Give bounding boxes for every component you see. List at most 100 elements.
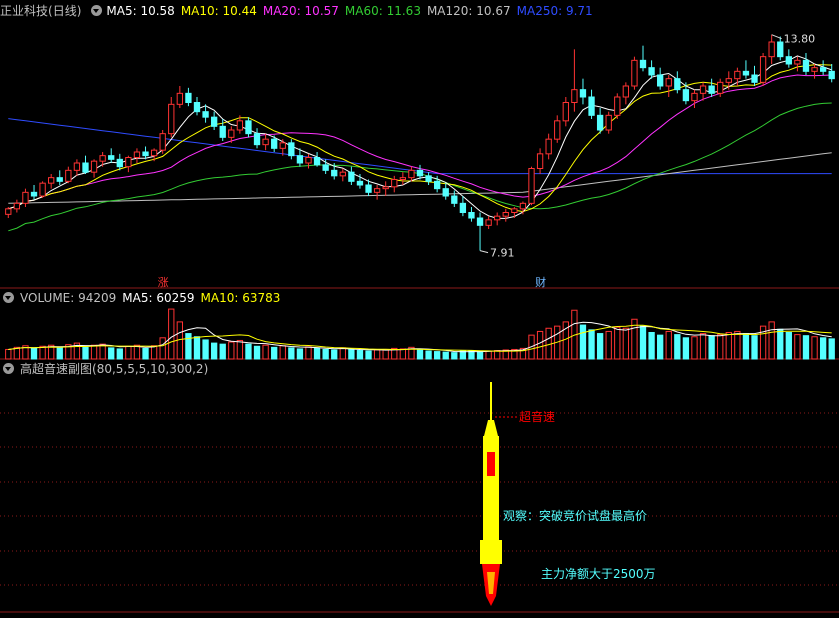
volume-bar bbox=[734, 330, 741, 360]
candle-body bbox=[228, 129, 235, 138]
volume-bar bbox=[639, 325, 647, 360]
volume-bar bbox=[382, 348, 389, 360]
volume-legend-item-1: MA5: 60259 bbox=[122, 291, 195, 305]
candle-body bbox=[631, 59, 638, 87]
ma-legend-item-0: MA5: 10.58 bbox=[106, 4, 175, 18]
candle-body bbox=[751, 74, 758, 83]
candle-body bbox=[5, 208, 12, 215]
candle-body bbox=[22, 191, 29, 204]
ma-legend-item-2: MA20: 10.57 bbox=[262, 4, 339, 18]
candle-body bbox=[777, 41, 784, 58]
observe-label: 观察：突破竞价试盘最高价 bbox=[503, 508, 647, 523]
candle-body bbox=[639, 59, 647, 69]
candle-body bbox=[236, 120, 244, 131]
candle-body bbox=[588, 96, 595, 116]
candle-body bbox=[408, 169, 415, 179]
volume-bar bbox=[116, 348, 123, 360]
candle-body bbox=[451, 195, 458, 204]
volume-bar bbox=[811, 336, 818, 360]
candle-body bbox=[150, 149, 158, 157]
volume-bar bbox=[433, 351, 441, 360]
indicator-params: (80,5,5,5,10,300,2) bbox=[92, 362, 209, 376]
candle-body bbox=[271, 138, 278, 149]
volume-ma5-line bbox=[8, 321, 832, 353]
candle-body bbox=[356, 180, 364, 186]
volume-bar bbox=[125, 345, 132, 360]
volume-bar bbox=[828, 338, 835, 360]
volume-bar bbox=[108, 347, 115, 360]
candle-body bbox=[56, 177, 63, 182]
volume-bar bbox=[210, 342, 218, 360]
volume-bar bbox=[348, 348, 355, 360]
candle-body bbox=[528, 168, 535, 204]
candle-body bbox=[579, 89, 587, 98]
volume-bar bbox=[751, 335, 758, 360]
candle-body bbox=[73, 162, 81, 171]
volume-ma10-line bbox=[8, 324, 832, 352]
candle-body bbox=[828, 70, 835, 80]
volume-bar bbox=[536, 330, 544, 360]
candle-body bbox=[699, 85, 707, 94]
candle-body bbox=[571, 89, 578, 103]
volume-bar bbox=[99, 343, 106, 360]
volume-bar bbox=[648, 332, 655, 360]
candle-body bbox=[433, 180, 441, 190]
candle-body bbox=[296, 155, 304, 164]
candle-body bbox=[48, 177, 55, 184]
candle-body bbox=[742, 70, 750, 76]
candle-body bbox=[365, 184, 372, 193]
rocket-body bbox=[483, 436, 499, 540]
volume-bar bbox=[185, 333, 192, 360]
volume-bar bbox=[494, 350, 501, 360]
candle-body bbox=[545, 138, 552, 155]
collapse-icon[interactable] bbox=[3, 363, 14, 374]
candle-body bbox=[476, 217, 484, 226]
volume-bar bbox=[717, 334, 724, 360]
indicator-panel-header: 高超音速副图(80,5,5,5,10,300,2) bbox=[0, 360, 214, 378]
zhang-marker: 涨 bbox=[158, 276, 169, 289]
candle-body bbox=[391, 179, 398, 188]
volume-legend-item-2: MA10: 63783 bbox=[200, 291, 281, 305]
candle-body bbox=[648, 67, 655, 76]
candle-body bbox=[133, 151, 141, 158]
volume-bar bbox=[682, 337, 690, 360]
high-price-label: 13.80 bbox=[784, 33, 816, 46]
volume-bar bbox=[262, 344, 269, 360]
rocket-nose bbox=[484, 420, 498, 436]
candle-body bbox=[13, 202, 21, 210]
candle-body bbox=[459, 202, 467, 213]
volume-bar bbox=[605, 330, 612, 360]
supersonic-label: 超音速 bbox=[519, 409, 555, 424]
candle-body bbox=[322, 164, 329, 171]
volume-bar bbox=[451, 352, 458, 360]
chart-canvas: 13.80 7.91 涨 财超音速观察：突破竞价试盘最高价主力净额大于2500万 bbox=[0, 33, 839, 613]
volume-bar bbox=[425, 350, 432, 360]
collapse-icon[interactable] bbox=[3, 292, 14, 303]
volume-bar bbox=[674, 334, 681, 360]
volume-legend: VOLUME: 94209 MA5: 60259 MA10: 63783 bbox=[20, 291, 286, 305]
volume-bar bbox=[245, 343, 252, 360]
volume-bar bbox=[296, 348, 304, 360]
candle-body bbox=[674, 78, 681, 91]
volume-bar bbox=[365, 350, 372, 360]
cai-marker: 财 bbox=[535, 275, 546, 289]
volume-bar bbox=[193, 336, 201, 360]
mainforce-label: 主力净额大于2500万 bbox=[541, 567, 656, 581]
collapse-icon[interactable] bbox=[91, 5, 103, 16]
candle-body bbox=[82, 162, 89, 173]
candle-body bbox=[468, 212, 475, 219]
candle-body bbox=[279, 142, 286, 149]
volume-bar bbox=[39, 345, 46, 360]
candle-body bbox=[502, 212, 509, 217]
candle-body bbox=[657, 74, 664, 87]
volume-bar bbox=[253, 345, 261, 360]
candle-body bbox=[245, 120, 252, 135]
volume-bar bbox=[596, 333, 604, 360]
volume-bar bbox=[331, 349, 338, 360]
candle-body bbox=[554, 120, 561, 140]
candle-body bbox=[142, 151, 149, 157]
ma-legend: MA5: 10.58 MA10: 10.44 MA20: 10.57 MA60: 11… bbox=[106, 4, 598, 18]
candle-body bbox=[485, 219, 492, 226]
volume-bar bbox=[373, 349, 381, 360]
volume-bar bbox=[588, 329, 595, 360]
